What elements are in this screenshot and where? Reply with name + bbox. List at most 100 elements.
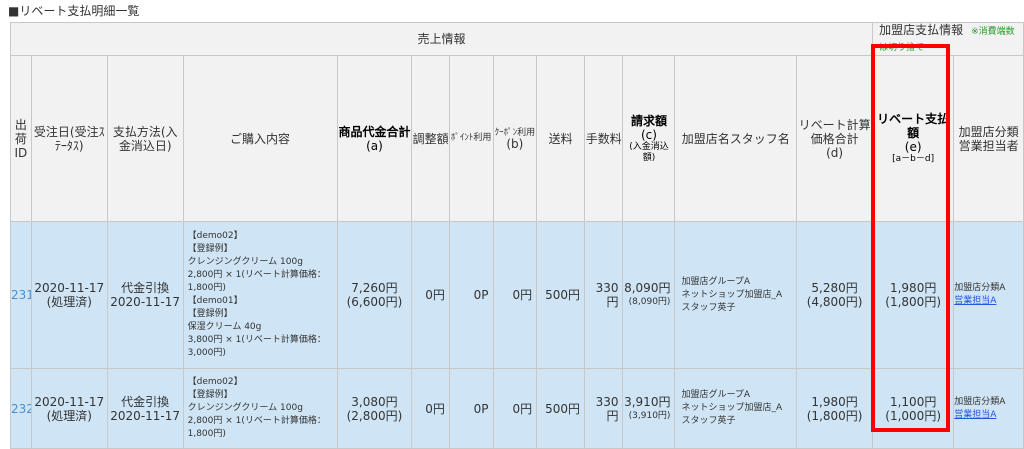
billing-sub: (8,090円) [628,297,671,307]
col-ship: 送料 [536,55,585,222]
pay-cell: 代金引換 2020-11-17 [106,368,184,449]
billing-sub: (3,910円) [628,410,671,421]
item-line: 【登録例】 [187,244,233,254]
total-cell: 3,080円 (2,800円) [336,368,413,449]
shop-cell: 加盟店グループA ネットショップ加盟店_A スタッフ英子 [674,221,798,369]
table-row: 232 2020-11-17(処理済) 代金引換2020-11-17 【demo… [10,368,1024,449]
sales-rep-link[interactable]: 営業担当A [955,410,997,420]
staff-name: スタッフ英子 [681,302,736,313]
fee-cell: 330円 [583,221,624,369]
ship-cell: 500円 [536,368,585,449]
pay-date: 2020-11-17 [110,408,181,423]
order-date-cell: 2020-11-17 (処理済) [30,368,108,449]
item-line: 3,800円 × 1(リベート計算価格：3,000円) [187,335,326,358]
shop-group: 加盟店グループA [681,390,751,400]
order-status: (処理済) [46,408,92,423]
col-billing-sub2: (入金消込額) [629,141,669,163]
rebate-pay-value: 1,100円 [889,394,937,409]
col-rebate-pay: リベート支払額 (e) [a－b－d] [872,55,955,222]
item-line: 2,800円 × 1(リベート計算価格：1,800円) [187,416,326,439]
item-line: 2,800円 × 1(リベート計算価格：1,800円) [187,270,326,293]
rebate-pay-cell: 1,100円 (1,000円) [872,368,955,449]
shop-name: ネットショップ加盟店_A [681,289,783,300]
total-sub: (6,600円) [346,295,403,309]
total-sub: (2,800円) [346,408,403,423]
sales-rep-link[interactable]: 営業担当A [955,296,997,306]
col-rebate-pay-sub2: [a－b－d] [892,154,935,164]
col-rebate-base-label: リベート計算価格合計 [798,117,871,146]
order-items-cell: 【demo02】 【登録例】 クレンジングクリーム 100g 2,800円 × … [182,368,338,449]
rebate-pay-value: 1,980円 [889,281,937,295]
col-rebate-base-sub: (d) [826,145,844,160]
col-coupon-sub: (b) [506,136,524,151]
adjust-cell: 0円 [411,221,450,369]
col-rebate-pay-label: リベート支払額 [877,112,950,140]
rebate-pay-cell: 1,980円 (1,800円) [872,221,955,369]
rebate-pay-sub: (1,000円) [885,408,941,423]
column-header-row: 出荷ID 受注日(受注ｽﾃｰﾀｽ) 支払方法(入金消込日) ご購入内容 商品代金… [10,55,1024,222]
col-adjust: 調整額 [411,55,450,222]
rebate-base-cell: 1,980円 (1,800円) [796,368,874,449]
pay-method: 代金引換 [121,394,170,409]
order-date: 2020-11-17 [34,281,105,295]
billing-cell: 8,090円 (8,090円) [622,221,676,369]
shipment-id-link[interactable]: 232 [10,368,32,449]
table-row: 231 2020-11-17(処理済) 代金引換2020-11-17 【demo… [10,221,1024,369]
order-items-cell: 【demo02】 【登録例】 クレンジングクリーム 100g 2,800円 × … [182,221,338,369]
col-total-sub: (a) [366,138,383,153]
col-id: 出荷ID [10,55,32,222]
page-title: ■リベート支払明細一覧 [8,4,140,18]
shop-category: 加盟店分類A [954,396,1006,407]
shop-payment-header: 加盟店支払情報 ※消費端数は切り捨て [872,22,1024,56]
col-shop: 加盟店名スタッフ名 [674,55,798,222]
item-line: 【demo02】 [187,377,243,387]
total-cell: 7,260円 (6,600円) [336,221,413,369]
group-header-row: 売上情報 加盟店支払情報 ※消費端数は切り捨て [9,22,1024,56]
fee-cell: 330円 [583,368,624,449]
pay-method: 代金引換 [121,281,170,295]
shop-category: 加盟店分類A [954,283,1006,293]
rebate-base-value: 5,280円 [811,281,858,295]
pay-date: 2020-11-17 [110,295,181,309]
col-billing-sub: (c) [640,127,657,142]
coupon-cell: 0円 [492,368,538,449]
order-date: 2020-11-17 [34,394,105,409]
rebate-base-sub: (4,800円) [806,295,863,309]
point-cell: 0P [448,368,494,449]
col-pay: 支払方法(入金消込日) [106,55,184,222]
total-value: 3,080円 [351,394,398,409]
col-billing-label: 請求額 [630,113,667,128]
category-cell: 加盟店分類A 営業担当A [953,368,1024,449]
item-line: 【登録例】 [187,309,233,319]
item-line: 保湿クリーム 40g [187,322,262,332]
ship-cell: 500円 [536,221,585,369]
rebate-table: 売上情報 加盟店支払情報 ※消費端数は切り捨て 出荷ID 受注日(受注ｽﾃｰﾀｽ)… [9,22,1024,449]
rebate-base-sub: (1,800円) [806,408,863,423]
point-cell: 0P [448,221,494,369]
rebate-base-value: 1,980円 [811,394,858,409]
billing-cell: 3,910円 (3,910円) [622,368,676,449]
shipment-id-link[interactable]: 231 [10,221,32,369]
billing-value: 8,090円 [624,281,671,295]
item-line: 【登録例】 [187,390,233,400]
shop-payment-label: 加盟店支払情報 [879,23,964,38]
rebate-base-cell: 5,280円 (4,800円) [796,221,874,369]
col-total: 商品代金合計 (a) [336,55,413,222]
total-value: 7,260円 [351,281,398,295]
item-line: クレンジングクリーム 100g [187,403,303,413]
billing-value: 3,910円 [624,394,671,409]
col-category: 加盟店分類営業担当者 [953,55,1024,222]
rebate-pay-sub: (1,800円) [885,295,941,309]
item-line: 【demo02】 [187,231,243,241]
shop-name: ネットショップ加盟店_A [681,403,783,413]
col-point: ﾎﾟｲﾝﾄ利用 [448,55,494,222]
col-rebate-base: リベート計算価格合計 (d) [796,55,874,222]
order-date-cell: 2020-11-17 (処理済) [30,221,108,369]
col-total-label: 商品代金合計 [338,124,411,139]
col-fee: 手数料 [583,55,624,222]
col-rebate-pay-sub: (e) [904,140,922,154]
category-cell: 加盟店分類A 営業担当A [953,221,1024,369]
shop-group: 加盟店グループA [681,276,751,287]
order-status: (処理済) [46,295,92,309]
coupon-cell: 0円 [492,221,538,369]
